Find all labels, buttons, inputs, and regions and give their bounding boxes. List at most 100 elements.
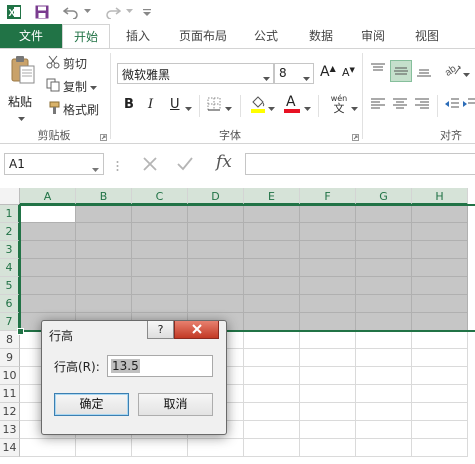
cell-f2[interactable]	[300, 223, 356, 241]
close-button[interactable]	[174, 321, 219, 339]
cell-f5[interactable]	[300, 277, 356, 295]
help-button[interactable]: ?	[147, 321, 174, 339]
cell-h12[interactable]	[412, 403, 468, 421]
borders-dropdown-icon[interactable]	[225, 101, 232, 115]
align-left-icon[interactable]	[370, 97, 386, 114]
ok-button[interactable]: 确定	[54, 393, 129, 416]
format-painter-button[interactable]: 格式刷	[46, 101, 99, 118]
cell-d3[interactable]	[188, 241, 244, 259]
paste-dropdown-icon[interactable]	[18, 111, 25, 125]
align-top-icon[interactable]	[370, 62, 386, 81]
cell-e6[interactable]	[244, 295, 300, 313]
cell-e3[interactable]	[244, 241, 300, 259]
cell-a6[interactable]	[20, 295, 76, 313]
cell-c14[interactable]	[132, 439, 188, 457]
increase-indent-icon[interactable]	[463, 97, 475, 114]
cell-c3[interactable]	[132, 241, 188, 259]
align-bottom-icon[interactable]	[416, 62, 432, 81]
underline-button[interactable]: U	[170, 97, 180, 112]
row-header-8[interactable]: 8	[0, 331, 20, 349]
cell-b4[interactable]	[76, 259, 132, 277]
font-size-combobox[interactable]: 8	[274, 63, 314, 84]
insert-function-icon[interactable]: fx	[216, 152, 232, 172]
column-header-a[interactable]: A	[20, 188, 76, 205]
cell-g9[interactable]	[356, 349, 412, 367]
column-header-b[interactable]: B	[76, 188, 132, 205]
cell-e8[interactable]	[244, 331, 300, 349]
align-center-icon[interactable]	[392, 97, 408, 114]
tab-data[interactable]: 数据	[300, 24, 342, 48]
redo-icon[interactable]	[104, 3, 122, 20]
customize-qat-icon[interactable]	[142, 3, 152, 20]
cell-g4[interactable]	[356, 259, 412, 277]
tab-page-layout[interactable]: 页面布局	[170, 24, 236, 48]
font-name-dropdown-icon[interactable]	[263, 71, 270, 85]
excel-logo-icon[interactable]: X	[6, 3, 22, 20]
cell-g10[interactable]	[356, 367, 412, 385]
cell-e10[interactable]	[244, 367, 300, 385]
tab-home[interactable]: 开始	[62, 24, 110, 48]
align-right-icon[interactable]	[414, 97, 430, 114]
italic-button[interactable]: I	[148, 97, 153, 112]
underline-dropdown-icon[interactable]	[185, 101, 192, 115]
cell-g13[interactable]	[356, 421, 412, 439]
cell-e2[interactable]	[244, 223, 300, 241]
cell-c6[interactable]	[132, 295, 188, 313]
row-header-2[interactable]: 2	[0, 223, 20, 241]
cell-h2[interactable]	[412, 223, 468, 241]
row-header-9[interactable]: 9	[0, 349, 20, 367]
row-header-5[interactable]: 5	[0, 277, 20, 295]
name-box[interactable]: A1	[4, 153, 104, 175]
cell-g11[interactable]	[356, 385, 412, 403]
copy-button[interactable]: 复制	[46, 78, 98, 95]
grow-font-button[interactable]: A▲	[320, 64, 338, 82]
cell-c5[interactable]	[132, 277, 188, 295]
phonetic-dropdown-icon[interactable]	[351, 101, 358, 115]
font-launcher-icon[interactable]	[352, 130, 359, 144]
align-middle-icon[interactable]	[390, 60, 412, 82]
tab-formulas[interactable]: 公式	[246, 24, 286, 48]
column-header-h[interactable]: H	[412, 188, 468, 205]
clipboard-launcher-icon[interactable]	[100, 130, 107, 144]
fill-color-dropdown-icon[interactable]	[268, 101, 275, 115]
copy-dropdown-icon[interactable]	[90, 80, 98, 94]
cell-e12[interactable]	[244, 403, 300, 421]
cell-a1[interactable]	[20, 205, 76, 223]
cell-h3[interactable]	[412, 241, 468, 259]
cell-e5[interactable]	[244, 277, 300, 295]
cell-g5[interactable]	[356, 277, 412, 295]
cell-h4[interactable]	[412, 259, 468, 277]
row-header-10[interactable]: 10	[0, 367, 20, 385]
cell-e1[interactable]	[244, 205, 300, 223]
cell-f9[interactable]	[300, 349, 356, 367]
cancel-icon[interactable]	[142, 156, 158, 175]
row-header-11[interactable]: 11	[0, 385, 20, 403]
select-all-corner[interactable]	[0, 188, 20, 205]
cell-a2[interactable]	[20, 223, 76, 241]
cell-h13[interactable]	[412, 421, 468, 439]
cell-b6[interactable]	[76, 295, 132, 313]
save-icon[interactable]	[34, 3, 50, 20]
row-header-1[interactable]: 1	[0, 205, 20, 223]
name-box-dropdown-icon[interactable]	[92, 162, 99, 176]
cell-g8[interactable]	[356, 331, 412, 349]
column-header-d[interactable]: D	[188, 188, 244, 205]
cell-h7[interactable]	[412, 313, 468, 331]
cell-e14[interactable]	[244, 439, 300, 457]
shrink-font-button[interactable]: A▼	[342, 66, 360, 84]
cell-c2[interactable]	[132, 223, 188, 241]
cell-f11[interactable]	[300, 385, 356, 403]
fill-color-icon[interactable]	[250, 94, 266, 117]
undo-icon[interactable]	[62, 3, 80, 20]
formula-input[interactable]	[245, 153, 475, 175]
cell-h6[interactable]	[412, 295, 468, 313]
cell-g2[interactable]	[356, 223, 412, 241]
cell-g1[interactable]	[356, 205, 412, 223]
row-height-input[interactable]: 13.5	[107, 355, 213, 377]
row-header-7[interactable]: 7	[0, 313, 20, 331]
cell-b2[interactable]	[76, 223, 132, 241]
font-size-dropdown-icon[interactable]	[303, 71, 310, 85]
decrease-indent-icon[interactable]	[444, 97, 460, 114]
row-header-14[interactable]: 14	[0, 439, 20, 457]
cell-h1[interactable]	[412, 205, 468, 223]
